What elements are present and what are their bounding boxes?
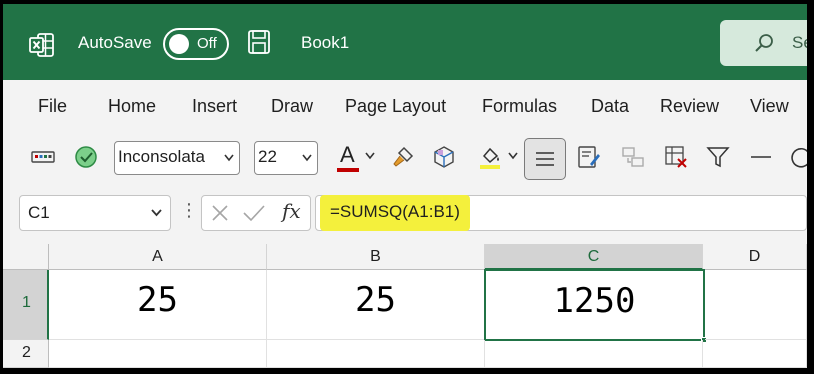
font-color-letter: A [340, 142, 355, 167]
formula-bar: C1 ⋮ fx =SUMSQ(A1:B1) [3, 184, 807, 244]
quick-toolbar: Inconsolata 22 A [3, 130, 807, 184]
font-name-select[interactable]: Inconsolata [114, 141, 240, 175]
name-box[interactable]: C1 [19, 195, 171, 231]
keyboard-icon[interactable] [30, 144, 56, 170]
tab-review[interactable]: Review [660, 96, 719, 117]
cancel-icon[interactable] [210, 203, 230, 223]
transfer-icon[interactable] [620, 144, 646, 170]
row-header-2[interactable]: 2 [3, 340, 49, 368]
refresh-icon[interactable] [788, 144, 807, 170]
clear-table-icon[interactable] [663, 144, 689, 170]
tab-view[interactable]: View [750, 96, 789, 117]
cell-b2[interactable] [267, 340, 485, 368]
cell-d2[interactable] [703, 340, 807, 368]
row-header-1[interactable]: 1 [3, 270, 49, 340]
align-center-button[interactable] [524, 138, 566, 180]
font-name-value: Inconsolata [118, 147, 205, 166]
font-color-swatch [337, 168, 359, 172]
autosave-state: Off [197, 35, 217, 52]
font-size-select[interactable]: 22 [254, 141, 318, 175]
search-placeholder: Se [792, 33, 807, 52]
formula-input[interactable]: =SUMSQ(A1:B1) [315, 195, 807, 231]
filter-icon[interactable] [705, 144, 731, 170]
name-box-value: C1 [28, 203, 50, 222]
insert-function-button[interactable]: fx [282, 199, 301, 223]
more-options-icon[interactable]: ⋮ [180, 200, 198, 221]
cell-c1[interactable]: 1250 [484, 269, 705, 341]
tab-data[interactable]: Data [591, 96, 629, 117]
document-title: Book1 [301, 33, 350, 52]
excel-window: AutoSave Off Book1 Se File Home Insert D… [3, 4, 807, 368]
format-painter-icon[interactable] [390, 144, 416, 170]
cell-a1[interactable]: 25 [49, 270, 267, 340]
autosave-label: AutoSave [78, 33, 152, 52]
formula-buttons: fx [201, 195, 311, 231]
cell-d1[interactable] [705, 270, 807, 340]
title-bar: AutoSave Off Book1 Se [3, 4, 807, 80]
fill-color-icon[interactable] [477, 144, 503, 170]
save-icon[interactable] [247, 29, 271, 55]
select-all-corner[interactable] [3, 244, 49, 270]
row-number: 1 [22, 294, 31, 311]
font-color-button[interactable]: A [335, 140, 361, 174]
search-icon [755, 34, 773, 52]
enter-check-icon[interactable] [242, 203, 266, 223]
font-size-value: 22 [258, 147, 277, 166]
chevron-down-icon [151, 209, 162, 217]
chevron-down-icon[interactable] [365, 152, 375, 160]
toggle-knob [169, 34, 189, 54]
tab-page-layout[interactable]: Page Layout [345, 96, 446, 117]
chevron-down-icon [224, 154, 234, 162]
ribbon-tabs: File Home Insert Draw Page Layout Formul… [3, 80, 807, 130]
column-header-c[interactable]: C [485, 244, 703, 270]
spreadsheet-grid: A B C D 1 2 25 25 1250 [3, 244, 807, 368]
autosave-toggle[interactable]: Off [163, 28, 229, 60]
chevron-down-icon[interactable] [508, 152, 518, 160]
column-header-d[interactable]: D [703, 244, 807, 270]
minus-icon[interactable] [748, 144, 774, 170]
tab-insert[interactable]: Insert [192, 96, 237, 117]
formula-text: =SUMSQ(A1:B1) [320, 195, 470, 231]
chevron-down-icon [302, 154, 312, 162]
cube-icon[interactable] [431, 144, 457, 170]
row-number: 2 [22, 344, 31, 361]
cell-b1[interactable]: 25 [267, 270, 485, 340]
cell-a2[interactable] [49, 340, 267, 368]
column-header-b[interactable]: B [267, 244, 485, 270]
tab-file[interactable]: File [38, 96, 67, 117]
tab-formulas[interactable]: Formulas [482, 96, 557, 117]
align-lines-icon [536, 152, 554, 166]
excel-logo-icon [29, 33, 54, 57]
column-header-a[interactable]: A [49, 244, 267, 270]
search-box[interactable]: Se [720, 20, 807, 66]
form-edit-icon[interactable] [576, 144, 602, 170]
tab-draw[interactable]: Draw [271, 96, 313, 117]
tab-home[interactable]: Home [108, 96, 156, 117]
check-circle-icon[interactable] [73, 144, 99, 170]
cell-c2[interactable] [485, 340, 703, 368]
